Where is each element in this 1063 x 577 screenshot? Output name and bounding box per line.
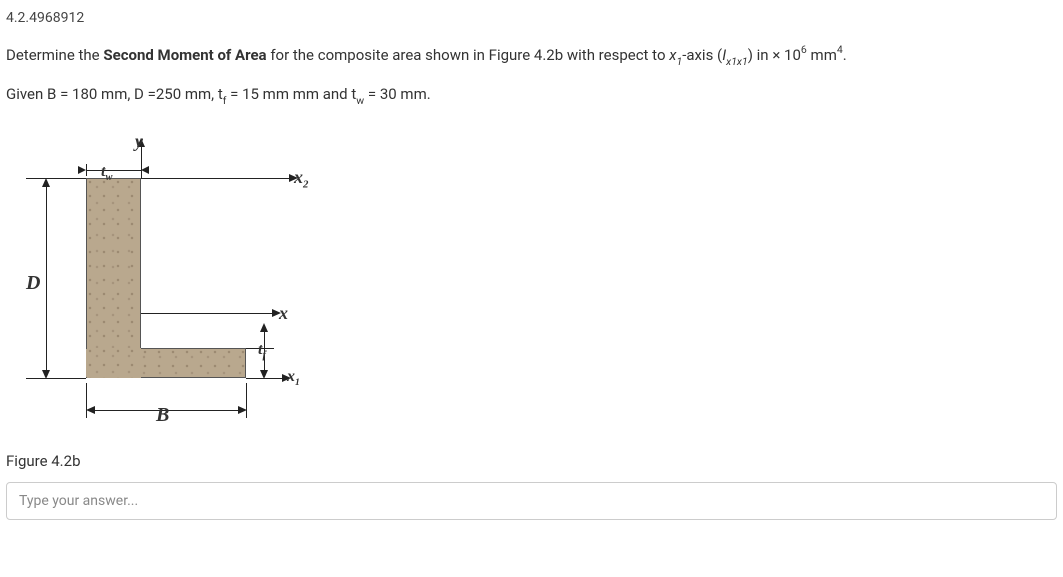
axis-suffix: -axis (	[682, 46, 722, 64]
given-prefix: Given	[6, 85, 47, 103]
q-mid: for the composite area shown in Figure 4…	[267, 46, 670, 64]
inertia-suffix: ) in × 10	[748, 46, 801, 64]
tf-val: = 15 mm mm and	[226, 85, 351, 103]
label-D: D	[26, 268, 40, 298]
tw-subscript: w	[105, 172, 112, 183]
tw-tick-left	[86, 164, 87, 176]
unit: mm	[807, 46, 837, 64]
B-arrow-right	[238, 406, 247, 414]
tw-sub: w	[356, 94, 364, 107]
D-dim-line	[46, 181, 47, 375]
question-id: 4.2.4968912	[6, 8, 1057, 29]
D-sym: D	[134, 85, 144, 103]
answer-container	[6, 482, 1057, 520]
figure-caption: Figure 4.2b	[6, 450, 1057, 473]
label-y: y	[135, 128, 143, 155]
B-arrow-left	[86, 406, 95, 414]
label-x1: x1	[287, 365, 300, 391]
unit-exp: 4	[837, 43, 843, 56]
tf-arrow-top	[260, 323, 268, 332]
x2-subscript: 2	[303, 178, 308, 190]
exp: 6	[801, 43, 807, 56]
label-B: B	[156, 400, 169, 430]
x-axis-line	[141, 313, 276, 314]
B-sym: B	[47, 85, 56, 103]
given-text: Given B = 180 mm, D =250 mm, tf = 15 mm …	[6, 83, 1057, 108]
inertia-sub: x1x1	[726, 55, 748, 68]
x1-letter: x	[287, 368, 295, 385]
x2-axis-line	[141, 178, 293, 179]
shape-overlap	[87, 348, 141, 378]
D-tick-bottom	[26, 378, 86, 379]
tw-val: = 30 mm.	[364, 85, 431, 103]
tf-sym: t	[218, 85, 223, 103]
tf-subscript: f	[262, 350, 265, 361]
question-text: Determine the Second Moment of Area for …	[6, 43, 1057, 69]
label-x2: x2	[294, 164, 308, 193]
tw-arrow-right	[141, 166, 149, 174]
label-tw: tw	[101, 160, 112, 186]
axis-sub: 1	[676, 55, 682, 68]
q-bold: Second Moment of Area	[103, 46, 266, 64]
q-end: .	[843, 46, 847, 64]
figure-diagram: y tw x2 D x tf x1 B	[6, 128, 326, 438]
label-x: x	[279, 300, 288, 327]
B-val: = 180 mm,	[56, 85, 134, 103]
D-val: =250 mm,	[144, 85, 218, 103]
x1-subscript: 1	[295, 377, 300, 388]
D-arrow-bottom	[42, 370, 50, 379]
label-tf: tf	[258, 338, 266, 364]
tw-dim-line	[86, 170, 141, 171]
D-tick-top	[26, 178, 86, 179]
tw-arrow-left	[78, 166, 86, 174]
q-prefix: Determine the	[6, 46, 103, 64]
tf-sub: f	[223, 94, 227, 107]
D-arrow-top	[42, 178, 50, 187]
answer-input[interactable]	[6, 482, 1057, 520]
x2-letter: x	[294, 167, 303, 187]
x1-axis-line	[246, 378, 286, 379]
